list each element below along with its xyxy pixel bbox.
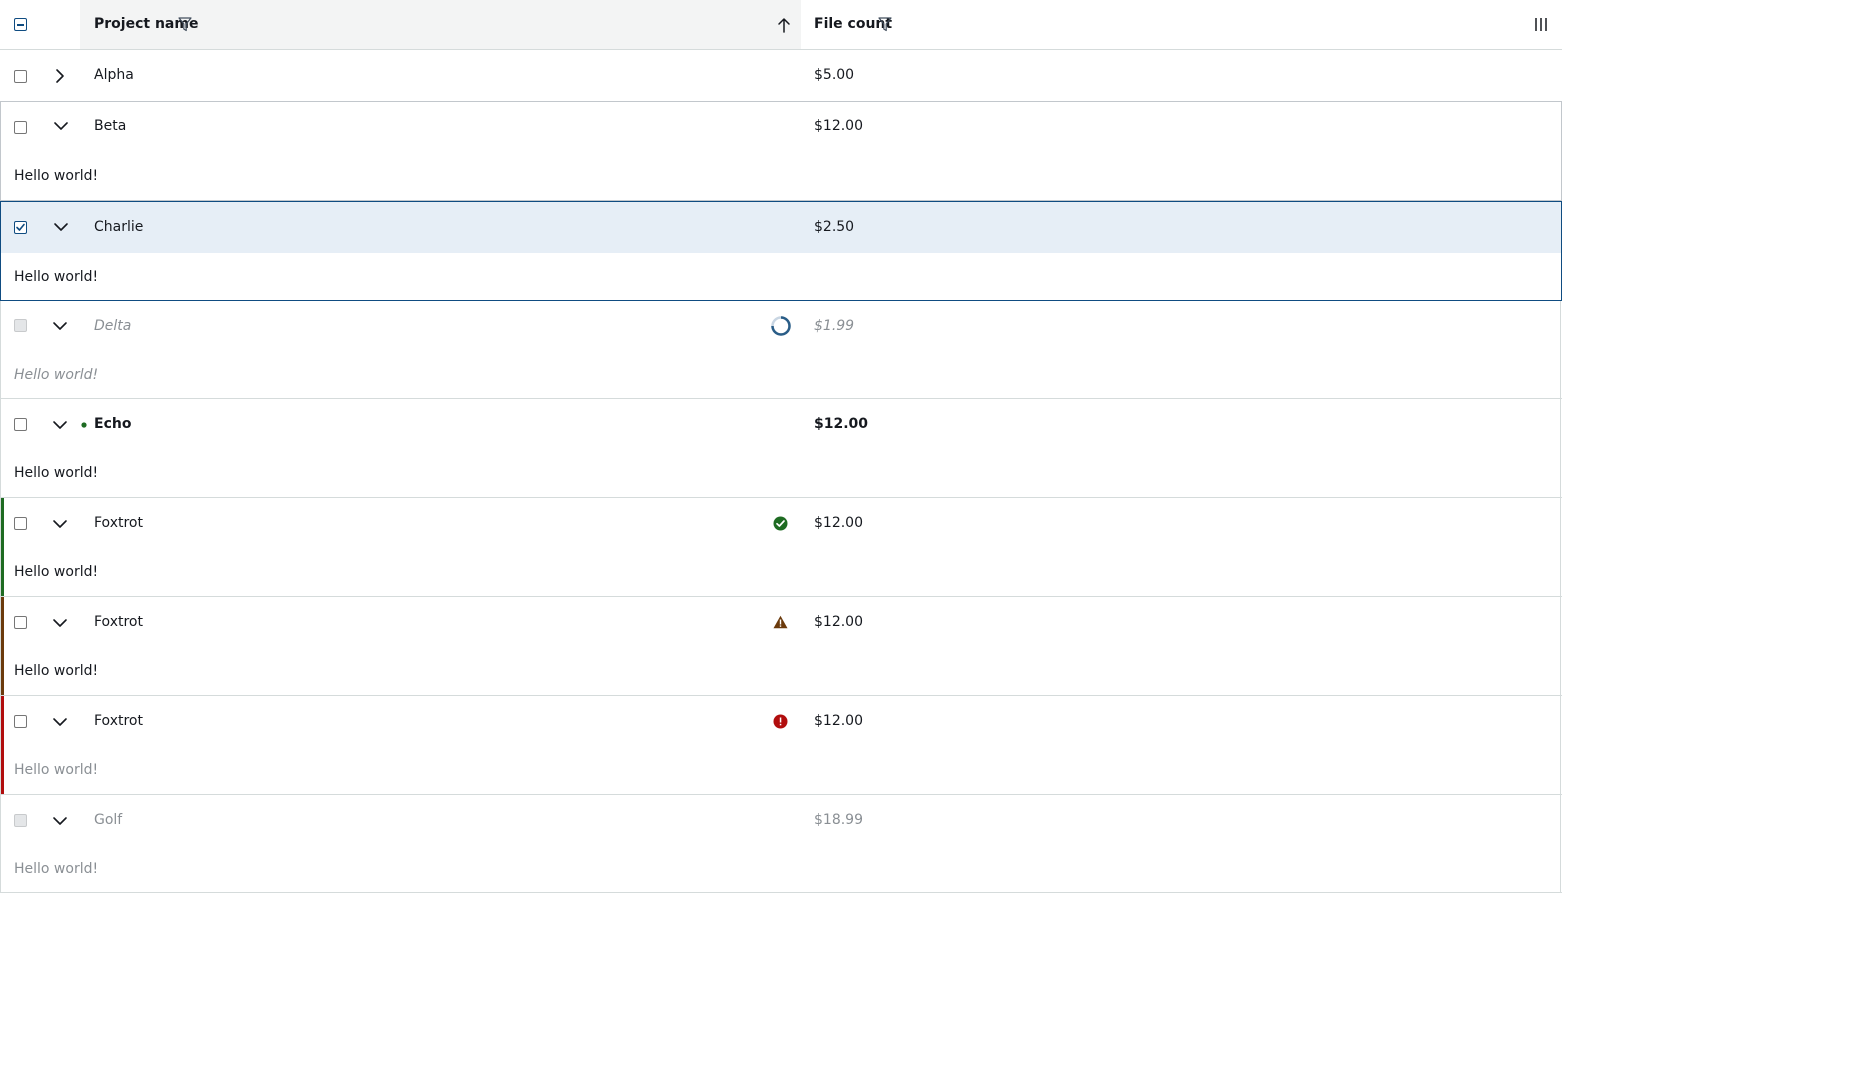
table-row[interactable]: Foxtrot $12.00 Hello world! [0, 498, 1562, 596]
file-count-cell: $12.00 [814, 614, 863, 630]
row-checkbox[interactable] [14, 517, 27, 530]
table-row[interactable]: Alpha $5.00 [0, 50, 1562, 102]
table-row[interactable]: Foxtrot $12.00 Hello world! [0, 696, 1562, 794]
project-name-cell: Beta [94, 118, 127, 134]
row-main: Echo $12.00 [0, 399, 1562, 450]
file-count-cell: $12.00 [814, 713, 863, 729]
chevron-right-icon[interactable] [55, 68, 65, 84]
table-row[interactable]: Charlie $2.50 Hello world! [0, 201, 1562, 301]
row-checkbox[interactable] [14, 616, 27, 629]
check-icon [16, 223, 25, 231]
project-name-cell: Foxtrot [94, 515, 143, 531]
filter-icon[interactable] [178, 17, 192, 32]
row-checkbox[interactable] [14, 70, 27, 83]
chevron-down-icon[interactable] [52, 420, 68, 430]
project-name-cell: Charlie [94, 219, 144, 235]
project-name-cell: Golf [94, 812, 123, 828]
project-name-cell: Echo [94, 416, 132, 432]
row-main: Beta $12.00 [1, 101, 1563, 152]
detail-text: Hello world! [14, 663, 99, 679]
file-count-cell: $12.00 [814, 416, 869, 432]
row-checkbox[interactable] [14, 221, 27, 234]
detail-text: Hello world! [14, 564, 99, 580]
table-row[interactable]: Echo $12.00 Hello world! [0, 399, 1562, 497]
project-name-cell: Alpha [94, 67, 134, 83]
row-checkbox [14, 319, 27, 332]
file-count-cell: $2.50 [814, 219, 855, 235]
detail-text: Hello world! [14, 465, 99, 481]
sort-ascending-icon[interactable] [777, 17, 791, 33]
chevron-down-icon[interactable] [52, 816, 68, 826]
grid-right-border [1560, 301, 1561, 893]
row-checkbox [14, 814, 27, 827]
row-checkbox[interactable] [14, 121, 27, 134]
table-row: Golf $18.99 Hello world! [0, 795, 1562, 893]
row-main: Alpha $5.00 [0, 50, 1562, 101]
row-detail: Hello world! [0, 449, 1562, 497]
row-main: Foxtrot $12.00 [0, 696, 1562, 747]
table-row[interactable]: Foxtrot $12.00 Hello world! [0, 597, 1562, 695]
row-detail: Hello world! [1, 152, 1563, 200]
project-name-cell: Foxtrot [94, 713, 143, 729]
row-detail: Hello world! [0, 548, 1562, 596]
project-name-cell: Foxtrot [94, 614, 143, 630]
row-main: Delta $1.99 [0, 301, 1562, 352]
file-count-cell: $18.99 [814, 812, 863, 828]
row-detail: Hello world! [0, 845, 1562, 893]
row-detail: Hello world! [0, 351, 1562, 399]
row-divider [0, 892, 1562, 893]
project-name-cell: Delta [94, 318, 132, 334]
file-count-cell: $5.00 [814, 67, 855, 83]
file-count-cell: $12.00 [814, 515, 863, 531]
spinner-icon [771, 316, 791, 336]
detail-text: Hello world! [14, 367, 99, 383]
chevron-down-icon[interactable] [52, 717, 68, 727]
chevron-down-icon[interactable] [53, 222, 69, 232]
warning-triangle-icon [773, 615, 788, 629]
chevron-down-icon[interactable] [52, 618, 68, 628]
row-main: Foxtrot $12.00 [0, 498, 1562, 549]
data-grid: Project name File count Alpha $5.00 Beta… [0, 0, 1562, 893]
row-main: Golf $18.99 [0, 795, 1562, 846]
error-circle-icon [773, 714, 788, 729]
row-main: Charlie $2.50 [1, 202, 1561, 253]
detail-text: Hello world! [14, 861, 99, 877]
detail-text: Hello world! [14, 168, 99, 184]
table-row: Delta $1.99 Hello world! [0, 301, 1562, 399]
row-detail: Hello world! [0, 746, 1562, 794]
select-all-checkbox[interactable] [14, 18, 27, 31]
chevron-down-icon[interactable] [53, 121, 69, 131]
dot-icon [81, 422, 87, 428]
column-settings-icon[interactable] [1534, 17, 1548, 32]
file-count-cell: $12.00 [814, 118, 863, 134]
row-checkbox[interactable] [14, 418, 27, 431]
table-row[interactable]: Beta $12.00 Hello world! [0, 101, 1562, 201]
chevron-down-icon[interactable] [52, 519, 68, 529]
detail-text: Hello world! [14, 269, 99, 285]
row-checkbox[interactable] [14, 715, 27, 728]
detail-text: Hello world! [14, 762, 99, 778]
check-circle-icon [773, 516, 788, 531]
grid-header: Project name File count [0, 0, 1562, 50]
file-count-cell: $1.99 [814, 318, 855, 334]
chevron-down-icon[interactable] [52, 321, 68, 331]
row-main: Foxtrot $12.00 [0, 597, 1562, 648]
grid-left-border [0, 301, 1, 893]
row-detail: Hello world! [1, 253, 1563, 301]
row-detail: Hello world! [0, 647, 1562, 695]
filter-icon[interactable] [878, 17, 892, 32]
